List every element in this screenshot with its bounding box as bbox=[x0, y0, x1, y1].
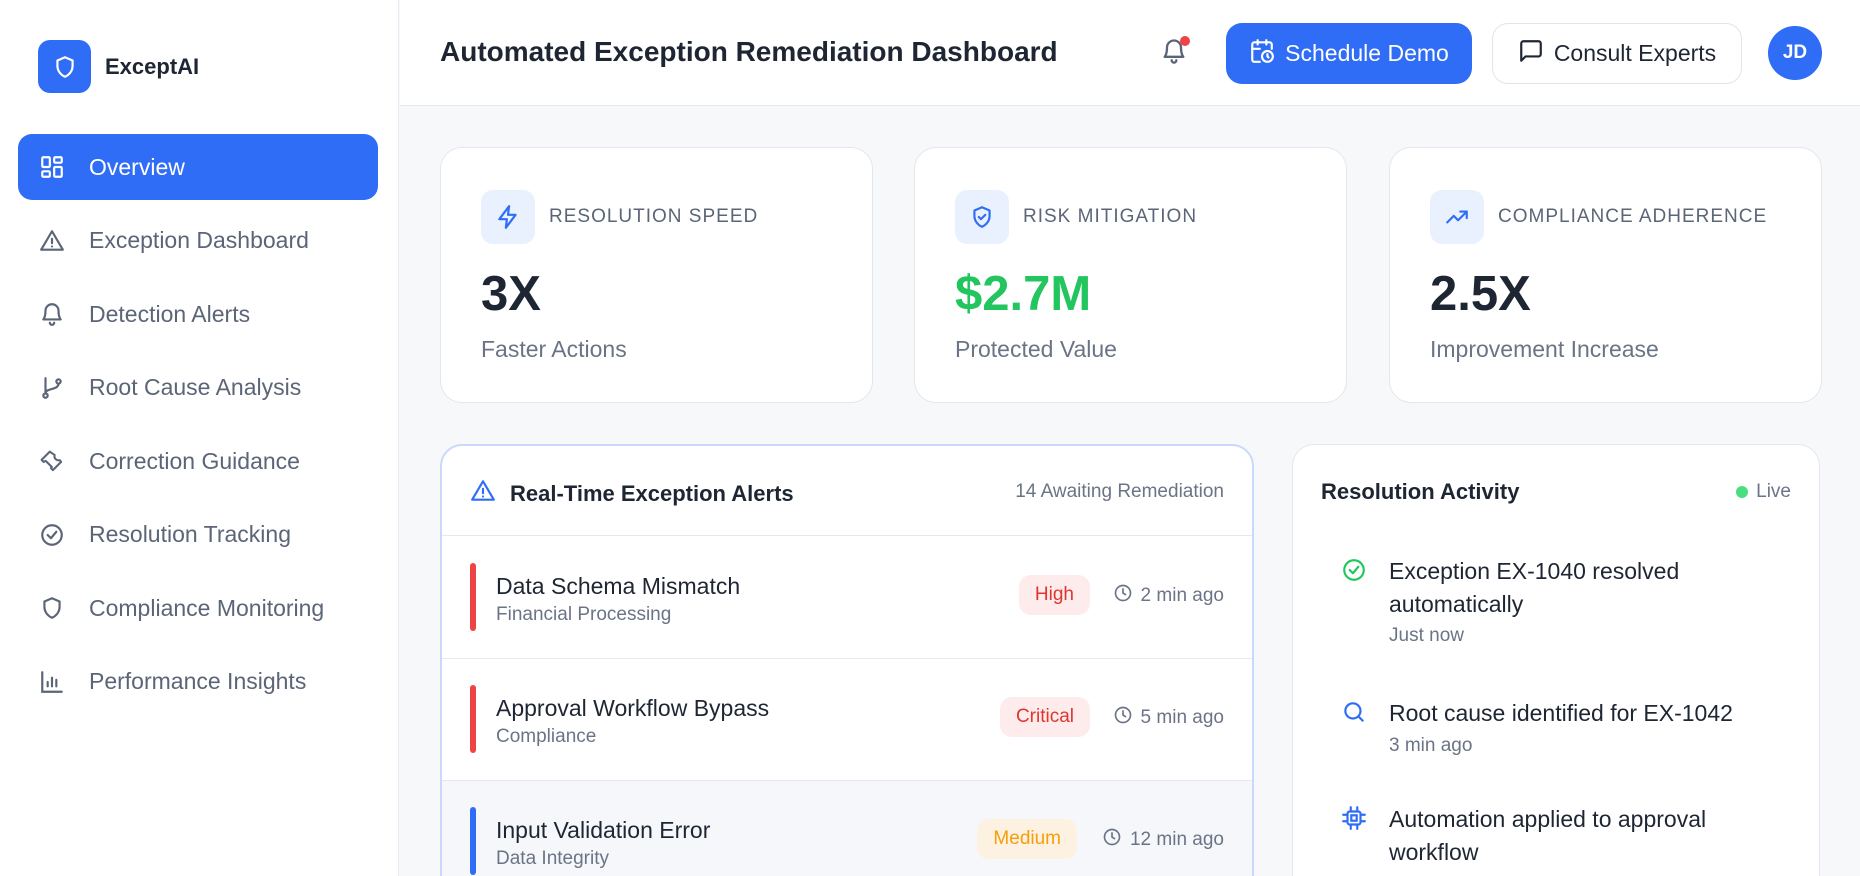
clock-icon bbox=[1113, 583, 1133, 609]
consult-experts-button[interactable]: Consult Experts bbox=[1492, 23, 1742, 84]
sidebar-item-detection-alerts[interactable]: Detection Alerts bbox=[18, 281, 378, 347]
warning-triangle-icon bbox=[470, 478, 496, 509]
live-indicator: Live bbox=[1736, 481, 1791, 503]
sidebar-item-performance-insights[interactable]: Performance Insights bbox=[18, 649, 378, 715]
trending-up-icon bbox=[1430, 190, 1484, 244]
lightning-icon bbox=[481, 190, 535, 244]
sidebar-item-correction-guidance[interactable]: Correction Guidance bbox=[18, 428, 378, 494]
shield-check-icon bbox=[955, 190, 1009, 244]
stat-label: RESOLUTION SPEED bbox=[549, 206, 759, 227]
brand[interactable]: ExceptAI bbox=[38, 40, 199, 93]
stat-card-compliance-adherence: COMPLIANCE ADHERENCE 2.5X Improvement In… bbox=[1389, 147, 1822, 403]
activity-text: Automation applied to approval workflow bbox=[1389, 806, 1707, 865]
severity-badge: High bbox=[1018, 575, 1090, 615]
wrench-icon bbox=[38, 447, 66, 475]
top-header: Automated Exception Remediation Dashboar… bbox=[400, 0, 1860, 106]
activity-time: 3 min ago bbox=[1389, 735, 1473, 756]
clock-icon bbox=[1102, 827, 1122, 853]
stat-value: $2.7M bbox=[955, 267, 1092, 321]
sidebar-item-label: Correction Guidance bbox=[89, 447, 300, 474]
sidebar-item-label: Exception Dashboard bbox=[89, 227, 309, 253]
brand-name: ExceptAI bbox=[105, 53, 200, 79]
alert-category: Compliance bbox=[496, 726, 597, 747]
alert-name: Approval Workflow Bypass bbox=[496, 695, 770, 721]
bar-chart-icon bbox=[38, 668, 66, 696]
alert-row[interactable]: Approval Workflow Bypass Compliance Crit… bbox=[442, 659, 1252, 781]
avatar[interactable]: JD bbox=[1768, 26, 1822, 80]
consult-experts-label: Consult Experts bbox=[1553, 40, 1717, 66]
notification-dot bbox=[1180, 36, 1190, 46]
stat-value: 3X bbox=[481, 267, 541, 321]
alerts-panel-header: Real-Time Exception Alerts 14 Awaiting R… bbox=[442, 446, 1252, 536]
alert-time: 5 min ago bbox=[1113, 705, 1224, 731]
shield-logo-icon bbox=[38, 40, 91, 93]
warning-triangle-icon bbox=[38, 227, 66, 255]
alert-row[interactable]: Data Schema Mismatch Financial Processin… bbox=[442, 537, 1252, 659]
stat-label: RISK MITIGATION bbox=[1023, 206, 1198, 227]
sidebar-item-label: Root Cause Analysis bbox=[89, 374, 302, 400]
alert-row[interactable]: Input Validation Error Data Integrity Me… bbox=[442, 781, 1252, 876]
cpu-icon bbox=[1341, 805, 1367, 831]
exception-alerts-panel: Real-Time Exception Alerts 14 Awaiting R… bbox=[440, 444, 1254, 876]
live-dot bbox=[1736, 486, 1749, 498]
sidebar-item-label: Performance Insights bbox=[89, 668, 307, 694]
schedule-demo-button[interactable]: Schedule Demo bbox=[1226, 23, 1472, 84]
sidebar-item-label: Overview bbox=[89, 153, 185, 180]
severity-indicator bbox=[470, 685, 476, 753]
alert-time: 2 min ago bbox=[1113, 583, 1224, 609]
activity-panel-title: Resolution Activity bbox=[1321, 479, 1520, 504]
check-circle-icon bbox=[38, 521, 66, 549]
stat-subtitle: Protected Value bbox=[955, 336, 1117, 362]
sidebar-item-exception-dashboard[interactable]: Exception Dashboard bbox=[18, 208, 378, 274]
resolution-activity-panel: Resolution Activity Live Exception EX-10… bbox=[1292, 444, 1820, 876]
stat-card-resolution-speed: RESOLUTION SPEED 3X Faster Actions bbox=[440, 147, 873, 403]
notifications-bell-icon[interactable] bbox=[1160, 36, 1192, 70]
alert-time-text: 12 min ago bbox=[1129, 829, 1224, 850]
sidebar-item-label: Compliance Monitoring bbox=[89, 594, 325, 621]
sidebar-item-resolution-tracking[interactable]: Resolution Tracking bbox=[18, 502, 378, 568]
live-label: Live bbox=[1756, 481, 1791, 502]
message-square-icon bbox=[1518, 38, 1544, 70]
activity-time: Just now bbox=[1389, 625, 1464, 646]
sidebar-item-label: Resolution Tracking bbox=[89, 521, 291, 547]
sidebar-item-root-cause-analysis[interactable]: Root Cause Analysis bbox=[18, 355, 378, 421]
sidebar-item-overview[interactable]: Overview bbox=[18, 134, 378, 200]
stat-label: COMPLIANCE ADHERENCE bbox=[1498, 206, 1768, 227]
stat-subtitle: Faster Actions bbox=[481, 336, 627, 362]
alert-time-text: 5 min ago bbox=[1140, 707, 1224, 728]
alerts-panel-title: Real-Time Exception Alerts bbox=[510, 480, 794, 506]
stat-value: 2.5X bbox=[1430, 267, 1531, 321]
calendar-clock-icon bbox=[1249, 38, 1275, 70]
clock-icon bbox=[1113, 705, 1133, 731]
sidebar-item-compliance-monitoring[interactable]: Compliance Monitoring bbox=[18, 575, 378, 641]
page-title: Automated Exception Remediation Dashboar… bbox=[440, 36, 1058, 67]
alert-name: Input Validation Error bbox=[496, 817, 711, 843]
stat-card-risk-mitigation: RISK MITIGATION $2.7M Protected Value bbox=[914, 147, 1347, 403]
activity-text: Root cause identified for EX-1042 bbox=[1389, 700, 1733, 726]
alert-time: 12 min ago bbox=[1102, 827, 1224, 853]
sidebar: ExceptAI Overview Exception Dashboard De… bbox=[0, 0, 399, 876]
severity-badge: Medium bbox=[977, 819, 1077, 859]
sidebar-item-label: Detection Alerts bbox=[89, 300, 251, 327]
sidebar-nav: Overview Exception Dashboard Detection A… bbox=[18, 134, 378, 722]
grid-icon bbox=[38, 153, 66, 181]
schedule-demo-label: Schedule Demo bbox=[1285, 40, 1449, 66]
stat-subtitle: Improvement Increase bbox=[1430, 336, 1659, 362]
bell-icon bbox=[38, 300, 66, 328]
git-branch-icon bbox=[38, 374, 66, 402]
check-circle-icon bbox=[1341, 557, 1367, 583]
severity-badge: Critical bbox=[999, 697, 1090, 737]
activity-text: Exception EX-1040 resolved automatically bbox=[1389, 558, 1680, 617]
alert-time-text: 2 min ago bbox=[1140, 585, 1224, 606]
alert-category: Data Integrity bbox=[496, 848, 609, 869]
alerts-awaiting-count: 14 Awaiting Remediation bbox=[1015, 481, 1224, 502]
alert-category: Financial Processing bbox=[496, 604, 672, 625]
search-icon bbox=[1341, 699, 1367, 725]
alert-name: Data Schema Mismatch bbox=[496, 573, 741, 599]
severity-indicator bbox=[470, 563, 476, 631]
severity-indicator bbox=[470, 807, 476, 875]
shield-icon bbox=[38, 594, 66, 622]
